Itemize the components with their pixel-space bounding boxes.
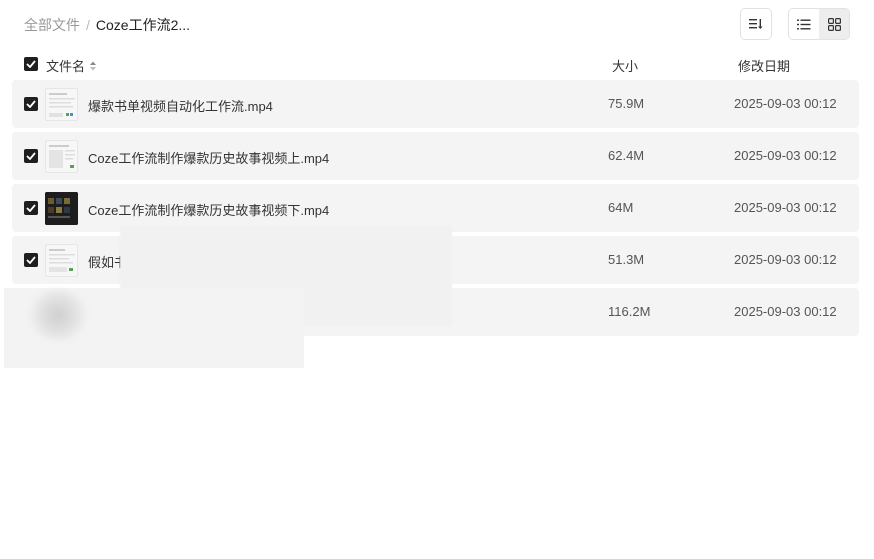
row-checkbox[interactable] <box>24 201 38 215</box>
video-thumbnail <box>45 192 78 225</box>
check-icon <box>26 256 36 264</box>
check-icon <box>26 152 36 160</box>
row-checkbox[interactable] <box>24 97 38 111</box>
select-all-checkbox[interactable] <box>24 57 38 71</box>
file-date: 2025-09-03 00:12 <box>734 304 837 319</box>
video-thumbnail <box>45 244 78 277</box>
row-checkbox[interactable] <box>24 149 38 163</box>
date-column-header[interactable]: 修改日期 <box>738 56 790 75</box>
video-thumbnail <box>45 88 78 121</box>
file-size: 62.4M <box>608 148 645 163</box>
file-date: 2025-09-03 00:12 <box>734 148 837 163</box>
breadcrumb-root-link[interactable]: 全部文件 <box>24 15 80 35</box>
file-size: 64M <box>608 200 634 215</box>
sort-toggle-icon <box>90 61 97 70</box>
list-view-icon <box>797 19 811 29</box>
top-bar: 全部文件 / Coze工作流2... <box>0 0 874 48</box>
file-row[interactable]: Coze工作流制作爆款历史故事视频上.mp4 62.4M 2025-09-03 … <box>12 132 859 180</box>
breadcrumb-current-folder: Coze工作流2... <box>95 17 191 33</box>
sort-icon <box>749 19 763 29</box>
view-toggle <box>788 8 850 40</box>
file-size: 116.2M <box>608 304 651 319</box>
grid-view-button[interactable] <box>819 9 849 39</box>
file-name[interactable]: Coze工作流制作爆款历史故事视频下.mp4 <box>88 200 329 219</box>
video-thumbnail <box>45 140 78 173</box>
sort-button[interactable] <box>740 8 772 40</box>
file-name[interactable]: 爆款书单视频自动化工作流.mp4 <box>88 96 273 115</box>
grid-view-icon <box>827 17 841 31</box>
size-column-header[interactable]: 大小 <box>612 56 638 75</box>
name-column-header[interactable]: 文件名 <box>46 56 97 75</box>
breadcrumb: 全部文件 / Coze工作流2... <box>24 15 190 35</box>
row-checkbox[interactable] <box>24 253 38 267</box>
file-name[interactable]: Coze工作流制作爆款历史故事视频上.mp4 <box>88 148 329 167</box>
table-header: 文件名 大小 修改日期 <box>0 52 874 76</box>
file-date: 2025-09-03 00:12 <box>734 96 837 111</box>
file-row[interactable]: Coze工作流制作爆款历史故事视频下.mp4 64M 2025-09-03 00… <box>12 184 859 232</box>
name-column-label: 文件名 <box>46 59 86 74</box>
blurred-shadow <box>28 290 88 340</box>
file-date: 2025-09-03 00:12 <box>734 252 837 267</box>
file-size: 51.3M <box>608 252 645 267</box>
check-icon <box>26 100 36 108</box>
file-date: 2025-09-03 00:12 <box>734 200 837 215</box>
check-icon <box>26 204 36 212</box>
breadcrumb-separator: / <box>86 17 90 33</box>
check-icon <box>26 60 36 68</box>
file-row[interactable]: 爆款书单视频自动化工作流.mp4 75.9M 2025-09-03 00:12 <box>12 80 859 128</box>
file-size: 75.9M <box>608 96 645 111</box>
list-view-button[interactable] <box>789 9 819 39</box>
